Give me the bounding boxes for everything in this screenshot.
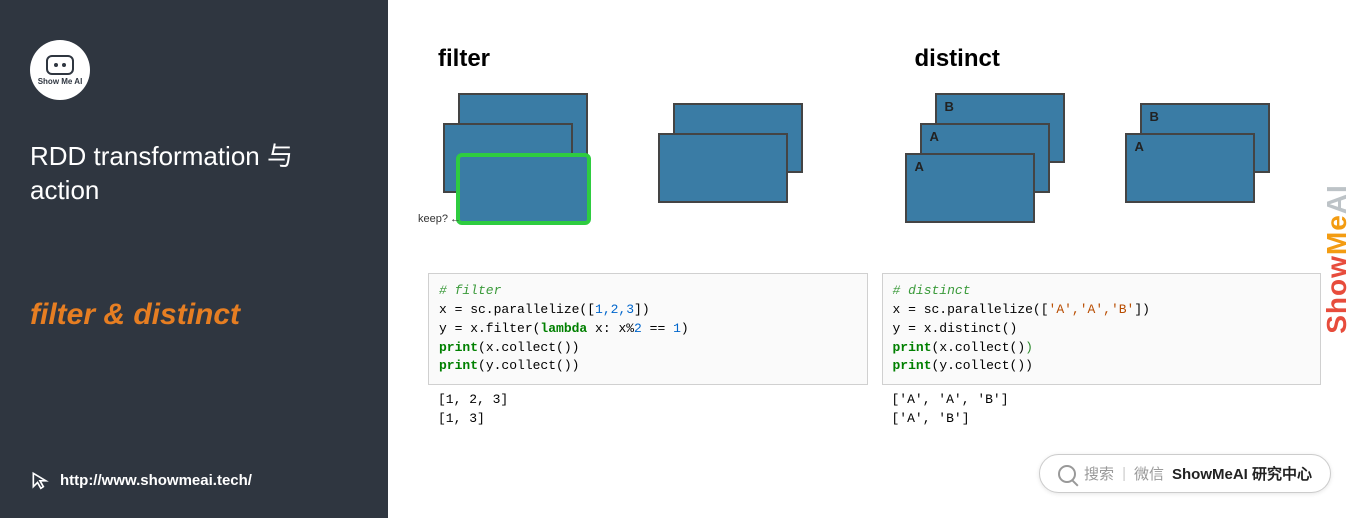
search-label: 搜索: [1084, 463, 1114, 484]
separator: |: [1122, 465, 1126, 482]
filter-code: # filter x = sc.parallelize([1,2,3]) y =…: [428, 273, 868, 385]
keep-label: keep? ←: [418, 213, 461, 225]
page-title: RDD transformation 与action: [30, 140, 358, 208]
url-text[interactable]: http://www.showmeai.tech/: [60, 472, 252, 489]
rdd-card: A: [905, 153, 1035, 223]
logo: Show Me AI: [30, 40, 358, 100]
distinct-output-stack: B A: [1125, 93, 1295, 243]
logo-text: Show Me AI: [38, 77, 83, 86]
rdd-card: A: [1125, 133, 1255, 203]
arrow-icon: ←: [450, 213, 461, 225]
rdd-card: [658, 133, 788, 203]
url-row: http://www.showmeai.tech/: [30, 470, 252, 490]
search-brand: ShowMeAI 研究中心: [1172, 463, 1312, 484]
sidebar: Show Me AI RDD transformation 与action fi…: [0, 0, 388, 518]
filter-code-column: # filter x = sc.parallelize([1,2,3]) y =…: [428, 273, 868, 435]
distinct-output: ['A', 'A', 'B'] ['A', 'B']: [882, 385, 1322, 435]
distinct-code-column: # distinct x = sc.parallelize(['A','A','…: [882, 273, 1322, 435]
cursor-icon: [30, 470, 50, 490]
filter-input-stack: keep? ←: [428, 93, 618, 243]
filter-output: [1, 2, 3] [1, 3]: [428, 385, 868, 435]
filter-output-stack: [658, 93, 828, 243]
search-icon: [1058, 465, 1076, 483]
search-pill[interactable]: 搜索 | 微信 ShowMeAI 研究中心: [1039, 454, 1331, 493]
diagrams-row: filter keep? ← distinct: [428, 45, 1321, 243]
rdd-card-highlight: [456, 153, 591, 225]
distinct-diagram: distinct B A A B A: [905, 45, 1322, 243]
distinct-input-stack: B A A: [905, 93, 1085, 243]
page-subtitle: filter & distinct: [30, 298, 358, 332]
filter-diagram: filter keep? ←: [428, 45, 845, 243]
subtitle-amp: &: [95, 298, 133, 331]
logo-face-icon: [46, 55, 74, 75]
subtitle-distinct: distinct: [133, 298, 240, 331]
search-channel: 微信: [1134, 463, 1164, 484]
logo-circle: Show Me AI: [30, 40, 90, 100]
main-content: filter keep? ← distinct: [388, 0, 1361, 518]
distinct-title: distinct: [905, 45, 1322, 73]
distinct-code: # distinct x = sc.parallelize(['A','A','…: [882, 273, 1322, 385]
code-row: # filter x = sc.parallelize([1,2,3]) y =…: [428, 273, 1321, 435]
watermark: ShowMeAI: [1321, 184, 1353, 334]
subtitle-filter: filter: [30, 298, 95, 331]
filter-title: filter: [428, 45, 845, 73]
